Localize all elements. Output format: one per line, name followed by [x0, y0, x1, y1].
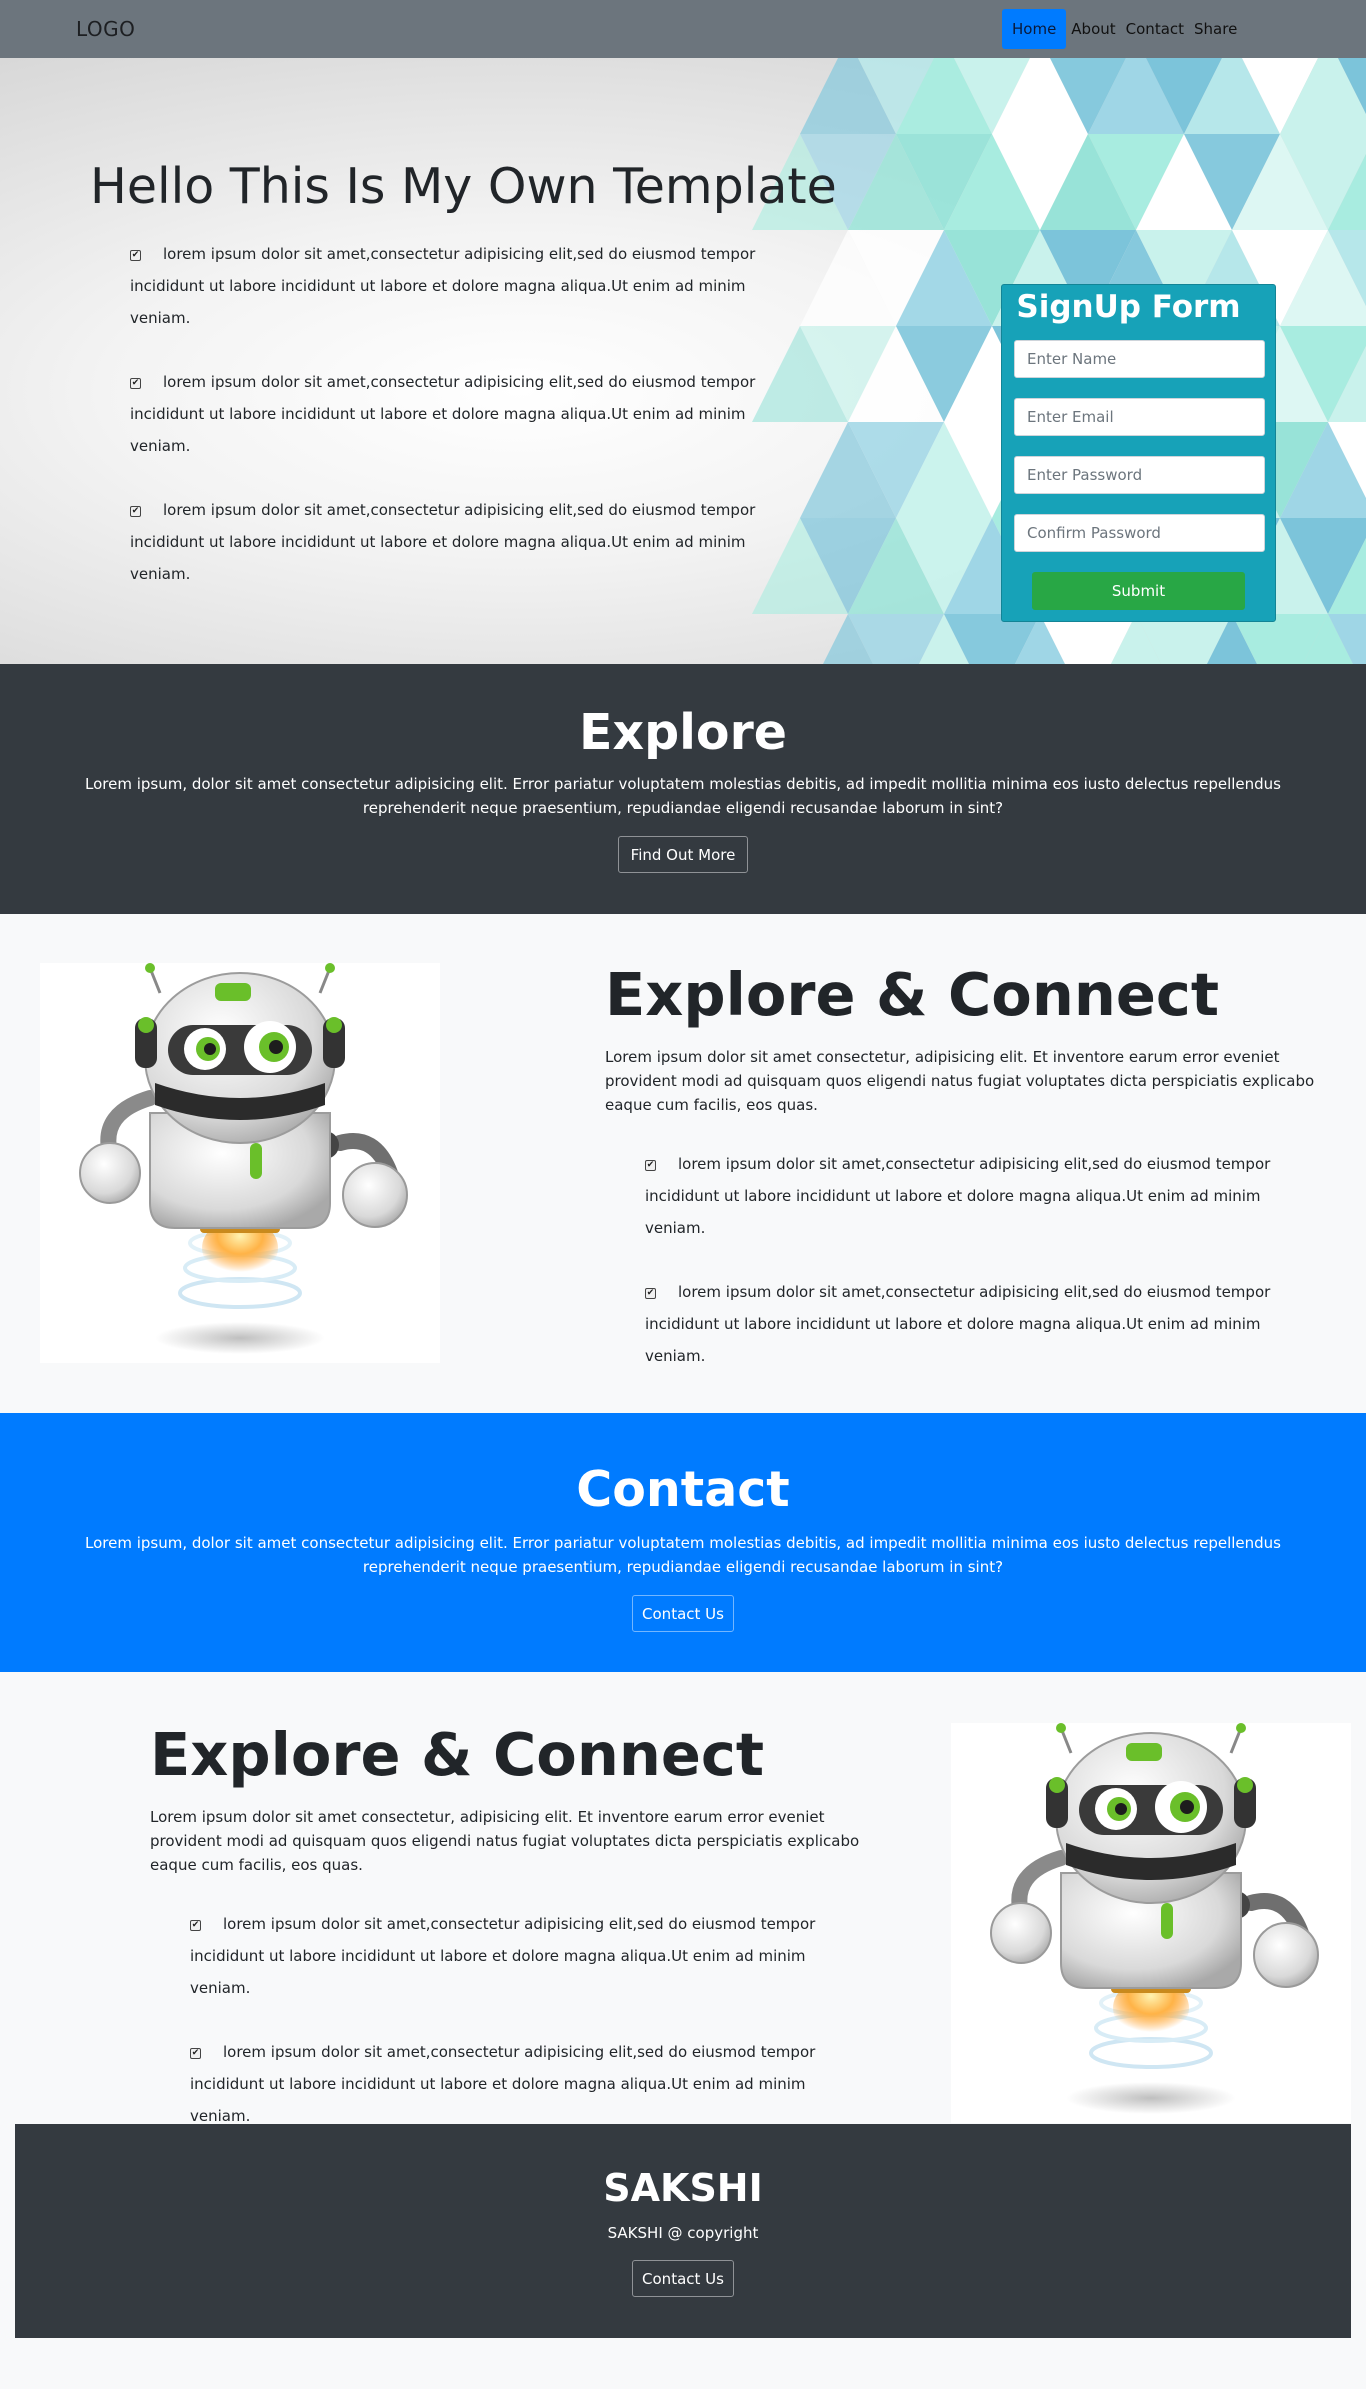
email-input[interactable]: [1014, 398, 1265, 436]
feature-check-text: lorem ipsum dolor sit amet,consectetur a…: [645, 1155, 1271, 1237]
hero-checklist: ✔ lorem ipsum dolor sit amet,consectetur …: [130, 238, 810, 590]
footer-contact-us-button[interactable]: Contact Us: [632, 2260, 734, 2297]
feature-title: Explore & Connect: [605, 960, 1220, 1029]
feature-check-item: ✔ lorem ipsum dolor sit amet,consectetur …: [190, 2036, 850, 2132]
feature-checklist: ✔ lorem ipsum dolor sit amet,consectetur …: [190, 1908, 850, 2132]
hero-check-item: ✔ lorem ipsum dolor sit amet,consectetur …: [130, 238, 810, 334]
submit-button[interactable]: Submit: [1032, 572, 1245, 610]
nav-share-link[interactable]: Share: [1189, 9, 1242, 49]
contact-section: Contact Lorem ipsum, dolor sit amet cons…: [0, 1413, 1366, 1672]
hero-check-text: lorem ipsum dolor sit amet,consectetur a…: [130, 245, 756, 327]
checkbox-checked-icon[interactable]: ✔: [130, 378, 141, 389]
explore-title: Explore: [578, 704, 787, 761]
robot-illustration: [40, 963, 440, 1363]
robot-drawing: [79, 963, 408, 1354]
hero-check-item: ✔ lorem ipsum dolor sit amet,consectetur …: [130, 494, 810, 590]
nav-about-link[interactable]: About: [1066, 9, 1120, 49]
contact-title: Contact: [576, 1461, 790, 1518]
robot-illustration: [951, 1723, 1351, 2123]
nav-contact-link[interactable]: Contact: [1121, 9, 1189, 49]
checkbox-checked-icon[interactable]: ✔: [130, 506, 141, 517]
navbar: LOGO Home About Contact Share: [0, 0, 1366, 58]
feature-text: Lorem ipsum dolor sit amet consectetur, …: [605, 1048, 1315, 1114]
nav-home-link[interactable]: Home: [1002, 9, 1067, 49]
logo[interactable]: LOGO: [76, 17, 135, 41]
checkbox-checked-icon[interactable]: ✔: [190, 1920, 201, 1931]
checkbox-checked-icon[interactable]: ✔: [645, 1288, 656, 1299]
hero-section: Hello This Is My Own Template ✔ lorem ips…: [0, 58, 1366, 664]
nav-links: Home About Contact Share: [1002, 9, 1242, 49]
feature-check-item: ✔ lorem ipsum dolor sit amet,consectetur …: [645, 1276, 1305, 1372]
contact-us-button[interactable]: Contact Us: [632, 1595, 734, 1632]
feature-check-text: lorem ipsum dolor sit amet,consectetur a…: [190, 2043, 816, 2125]
footer-copyright: SAKSHI @ copyright: [607, 2224, 759, 2242]
feature-text: Lorem ipsum dolor sit amet consectetur, …: [150, 1808, 860, 1874]
explore-section: Explore Lorem ipsum, dolor sit amet cons…: [0, 664, 1366, 914]
hero-check-text: lorem ipsum dolor sit amet,consectetur a…: [130, 501, 756, 583]
name-input[interactable]: [1014, 340, 1265, 378]
contact-text: Lorem ipsum, dolor sit amet consectetur …: [84, 1534, 1281, 1576]
feature-title: Explore & Connect: [150, 1720, 765, 1789]
hero-check-text: lorem ipsum dolor sit amet,consectetur a…: [130, 373, 756, 455]
feature-checklist: ✔ lorem ipsum dolor sit amet,consectetur …: [645, 1148, 1305, 1372]
checkbox-checked-icon[interactable]: ✔: [130, 250, 141, 261]
hero-check-item: ✔ lorem ipsum dolor sit amet,consectetur …: [130, 366, 810, 462]
password-input[interactable]: [1014, 456, 1265, 494]
signup-title: SignUp Form: [1016, 289, 1241, 325]
checkbox-checked-icon[interactable]: ✔: [645, 1160, 656, 1171]
feature-check-text: lorem ipsum dolor sit amet,consectetur a…: [190, 1915, 816, 1997]
explore-text: Lorem ipsum, dolor sit amet consectetur …: [84, 775, 1281, 817]
feature-check-item: ✔ lorem ipsum dolor sit amet,consectetur …: [645, 1148, 1305, 1244]
find-out-more-button[interactable]: Find Out More: [618, 836, 748, 873]
signup-form: SignUp Form Submit: [1001, 284, 1276, 622]
robot-drawing: [990, 1723, 1319, 2114]
footer-title: SAKSHI: [603, 2166, 763, 2210]
footer: SAKSHI SAKSHI @ copyright Contact Us: [15, 2124, 1351, 2338]
confirm-password-input[interactable]: [1014, 514, 1265, 552]
feature-check-item: ✔ lorem ipsum dolor sit amet,consectetur …: [190, 1908, 850, 2004]
hero-title: Hello This Is My Own Template: [90, 158, 837, 215]
checkbox-checked-icon[interactable]: ✔: [190, 2048, 201, 2059]
feature-check-text: lorem ipsum dolor sit amet,consectetur a…: [645, 1283, 1271, 1365]
